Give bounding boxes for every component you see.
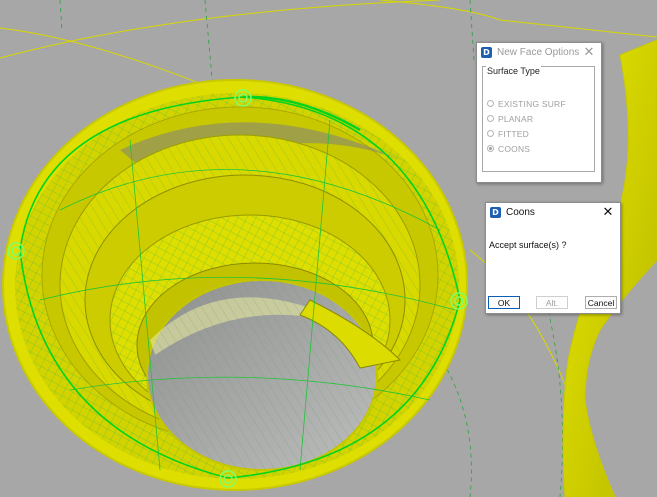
new-face-options-dialog: D New Face Options ✕ Surface Type EXISTI… <box>476 42 602 183</box>
alt-button[interactable]: Alt. <box>536 296 568 309</box>
option-planar[interactable]: PLANAR <box>487 113 533 125</box>
surface-type-group: Surface Type EXISTING SURF PLANAR FITTED… <box>482 66 595 172</box>
coons-dialog: D Coons ✕ Accept surface(s) ? OK Alt. Ca… <box>485 202 621 314</box>
option-fitted[interactable]: FITTED <box>487 128 529 140</box>
app-logo-icon: D <box>481 47 492 58</box>
radio-circle-icon <box>487 100 494 108</box>
bowl-surface <box>15 93 459 479</box>
dialog-title: New Face Options <box>497 47 580 58</box>
radio-selected-icon <box>487 145 494 153</box>
dialog-titlebar[interactable]: D Coons ✕ <box>486 203 620 224</box>
dialog-title: Coons <box>506 207 535 218</box>
app-logo-icon: D <box>490 207 501 218</box>
cancel-button[interactable]: Cancel <box>585 296 617 309</box>
dialog-titlebar[interactable]: D New Face Options ✕ <box>477 43 601 64</box>
radio-circle-icon <box>487 130 494 138</box>
close-icon[interactable]: ✕ <box>600 204 616 222</box>
radio-circle-icon <box>487 115 494 123</box>
option-existing-surf[interactable]: EXISTING SURF <box>487 98 566 110</box>
ok-button[interactable]: OK <box>488 296 520 309</box>
close-icon[interactable]: ✕ <box>581 44 597 62</box>
group-label: Surface Type <box>486 66 541 76</box>
accept-message: Accept surface(s) ? <box>489 240 567 250</box>
option-coons[interactable]: COONS <box>487 143 530 155</box>
